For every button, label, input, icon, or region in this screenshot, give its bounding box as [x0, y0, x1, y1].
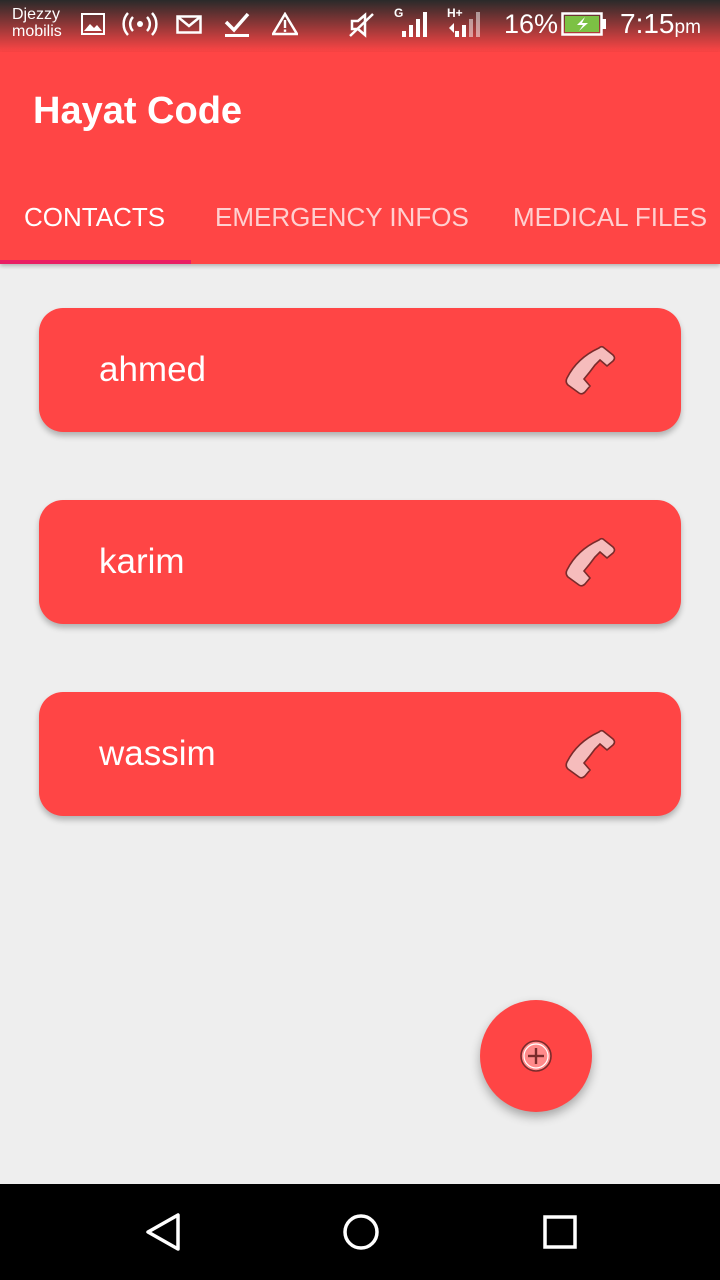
phone-icon[interactable] [563, 344, 619, 398]
contact-card-wassim[interactable]: wassim [39, 692, 681, 816]
app-bar: Hayat Code CONTACTS EMERGENCY INFOS MEDI… [0, 52, 720, 264]
app-title: Hayat Code [33, 90, 243, 132]
warning-icon [272, 12, 298, 36]
signal-g-icon: G [394, 6, 427, 37]
tab-emergency-infos[interactable]: EMERGENCY INFOS [215, 182, 469, 264]
clock-time: 7:15 [620, 8, 675, 39]
tab-medical-files[interactable]: MEDICAL FILES [513, 182, 707, 264]
phone-icon[interactable] [563, 536, 619, 590]
network-label-g: G [394, 6, 403, 20]
add-circle-icon [520, 1040, 552, 1072]
clock-suffix: pm [674, 17, 701, 38]
carrier-label: Djezzy mobilis [12, 6, 62, 40]
carrier-name: Djezzy [12, 6, 61, 23]
battery-icon [561, 12, 606, 36]
add-contact-button[interactable] [480, 1000, 592, 1112]
home-button[interactable] [313, 1184, 409, 1280]
image-icon [81, 13, 105, 35]
back-icon [146, 1213, 180, 1251]
tab-indicator [0, 260, 191, 264]
phone-icon[interactable] [563, 728, 619, 782]
contact-name: ahmed [99, 350, 207, 389]
carrier-subname: mobilis [12, 23, 62, 40]
mute-icon [349, 12, 374, 38]
hotspot-icon [122, 12, 158, 36]
home-icon [343, 1214, 379, 1250]
download-done-icon [224, 12, 250, 37]
signal-hplus-icon: H+ [447, 6, 480, 37]
clock: 7:15pm [620, 8, 701, 40]
tab-contacts[interactable]: CONTACTS [24, 182, 165, 264]
tab-bar: CONTACTS EMERGENCY INFOS MEDICAL FILES [0, 182, 720, 264]
contact-card-karim[interactable]: karim [39, 500, 681, 624]
status-bar: Djezzy mobilis G H+ 16% 7:15pm [0, 0, 720, 52]
contact-card-ahmed[interactable]: ahmed [39, 308, 681, 432]
recents-icon [543, 1215, 577, 1249]
navigation-bar [0, 1184, 720, 1280]
battery-percent: 16% [504, 9, 559, 39]
network-label-hplus: H+ [447, 6, 463, 20]
mail-icon [176, 15, 202, 34]
back-button[interactable] [114, 1184, 210, 1280]
contact-name: wassim [99, 734, 216, 773]
recents-button[interactable] [512, 1184, 608, 1280]
contact-name: karim [99, 542, 185, 581]
